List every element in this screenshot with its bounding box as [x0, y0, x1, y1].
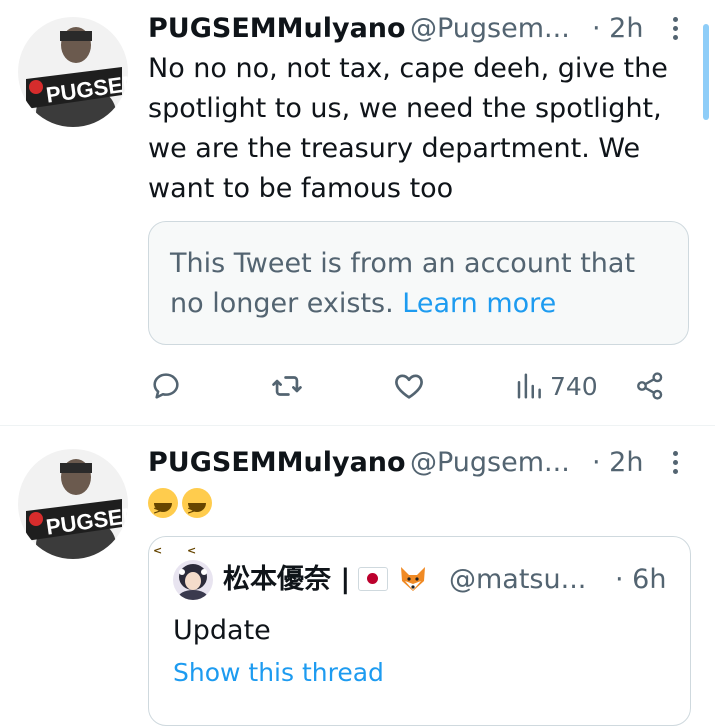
tweet-header: PUGSEMMulyano @Pugsem... · 2h [148, 443, 715, 483]
avatar[interactable]: PUGSEM [18, 17, 128, 127]
tweet[interactable]: PUGSEM PUGSEMMulyano @Pugsem... · 2h 😆😆 … [0, 426, 715, 726]
scrollbar[interactable] [703, 24, 709, 120]
more-options-icon[interactable] [670, 17, 680, 43]
laughing-emoji-icon [148, 488, 178, 571]
quoted-avatar[interactable] [173, 560, 213, 600]
avatar[interactable]: PUGSEM [18, 449, 128, 559]
retweet-icon [272, 376, 302, 396]
notice-line: This Tweet is from an account that [170, 248, 636, 279]
tweet-text-line: want to be famous too [148, 173, 454, 204]
share-button[interactable] [634, 364, 666, 408]
quoted-display-name[interactable]: 松本優奈 | [223, 559, 428, 601]
notice-line: no longer exists. [170, 288, 403, 319]
tweet-text-line: No no no, not tax, cape deeh, give the [148, 53, 668, 84]
tweet-text-line: we are the treasury department. We [148, 133, 641, 164]
unavailable-tweet-notice: This Tweet is from an account that no lo… [148, 221, 689, 345]
views-icon [517, 373, 541, 399]
reply-button[interactable] [150, 364, 182, 408]
laughing-emoji-icon [182, 488, 212, 571]
tweet-text: 😆😆 [148, 486, 688, 571]
views-count: 740 [550, 371, 598, 401]
quoted-timestamp[interactable]: · 6h [615, 559, 666, 601]
views-button[interactable]: 740 [514, 364, 598, 408]
emoji-text: 😆😆 [148, 486, 149, 487]
timestamp[interactable]: · 2h [592, 9, 643, 49]
tweet-text: No no no, not tax, cape deeh, give the s… [148, 49, 688, 209]
quoted-tweet[interactable]: 松本優奈 | @matsu... · 6h Update Show this t… [148, 536, 691, 726]
tweet-header: PUGSEMMulyano @Pugsem... · 2h [148, 9, 715, 49]
timestamp[interactable]: · 2h [592, 443, 643, 483]
retweet-button[interactable] [270, 364, 304, 408]
display-name[interactable]: PUGSEMMulyano [148, 9, 406, 49]
display-name[interactable]: PUGSEMMulyano [148, 443, 406, 483]
share-icon [637, 372, 663, 400]
like-button[interactable] [392, 364, 426, 408]
fox-icon [401, 567, 426, 591]
tweet-text-line: spotlight to us, we need the spotlight, [148, 93, 662, 124]
user-handle[interactable]: @Pugsem... [410, 443, 570, 483]
learn-more-link[interactable]: Learn more [402, 288, 556, 319]
quoted-handle[interactable]: @matsu... [449, 559, 586, 601]
tweet[interactable]: PUGSEM PUGSEMMulyano @Pugsem... · 2h No … [0, 0, 715, 425]
tweet-actions: 740 [148, 364, 678, 408]
show-thread-link[interactable]: Show this thread [173, 653, 384, 693]
quoted-text: Update [173, 615, 271, 646]
user-handle[interactable]: @Pugsem... [410, 9, 570, 49]
reply-icon [153, 373, 179, 399]
quoted-header: 松本優奈 | @matsu... · 6h [223, 559, 683, 601]
more-options-icon[interactable] [670, 451, 680, 477]
japan-flag-icon [358, 567, 389, 591]
heart-icon [395, 374, 423, 399]
